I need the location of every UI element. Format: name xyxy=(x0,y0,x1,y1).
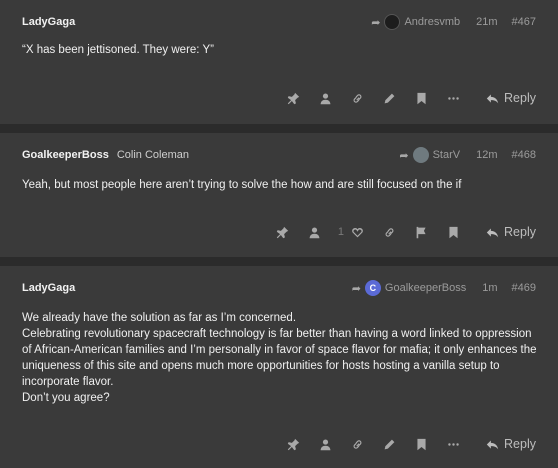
reply-to[interactable]: ➦ Andresvmb xyxy=(371,14,460,30)
post-time[interactable]: 1m xyxy=(482,282,497,294)
post-number[interactable]: #469 xyxy=(512,282,536,294)
post-body: “X has been jettisoned. They were: Y” xyxy=(22,42,538,58)
reply-button[interactable]: Reply xyxy=(486,225,536,239)
post-header: LadyGaga ➦ C GoalkeeperBoss 1m #469 xyxy=(22,280,536,296)
post-header: GoalkeeperBoss Colin Coleman ➦ StarV 12m… xyxy=(22,147,536,163)
username[interactable]: LadyGaga xyxy=(22,16,75,28)
pin-icon[interactable] xyxy=(284,89,302,107)
reply-icon xyxy=(486,93,499,103)
link-icon[interactable] xyxy=(380,223,398,241)
reply-arrow-icon: ➦ xyxy=(351,282,361,295)
post-number[interactable]: #467 xyxy=(512,16,536,28)
reply-arrow-icon: ➦ xyxy=(371,16,381,29)
post-actions: Reply xyxy=(270,88,536,108)
post-number[interactable]: #468 xyxy=(512,149,536,161)
post-paragraph: “X has been jettisoned. They were: Y” xyxy=(22,44,214,56)
post: LadyGaga ➦ Andresvmb 21m #467 “X has bee… xyxy=(0,0,558,124)
username[interactable]: GoalkeeperBoss xyxy=(22,149,109,161)
post-paragraph: We already have the solution as far as I… xyxy=(22,312,297,324)
avatar[interactable] xyxy=(384,14,401,30)
reply-button[interactable]: Reply xyxy=(486,91,536,105)
post-time[interactable]: 12m xyxy=(476,149,497,161)
post-paragraph: Don’t you agree? xyxy=(22,392,110,404)
post-time[interactable]: 21m xyxy=(476,16,497,28)
user-icon[interactable] xyxy=(306,223,324,241)
user-icon[interactable] xyxy=(316,435,334,453)
reply-label: Reply xyxy=(504,225,536,239)
reply-to[interactable]: ➦ StarV xyxy=(399,147,460,163)
avatar[interactable] xyxy=(412,147,429,163)
post-actions: Reply xyxy=(270,434,536,454)
edit-icon[interactable] xyxy=(380,89,398,107)
reply-to-username[interactable]: Andresvmb xyxy=(404,16,460,28)
pin-icon[interactable] xyxy=(274,223,292,241)
more-icon[interactable] xyxy=(444,89,462,107)
pin-icon[interactable] xyxy=(284,435,302,453)
user-icon[interactable] xyxy=(316,89,334,107)
bookmark-icon[interactable] xyxy=(412,89,430,107)
reply-label: Reply xyxy=(504,437,536,451)
post: GoalkeeperBoss Colin Coleman ➦ StarV 12m… xyxy=(0,133,558,257)
reply-arrow-icon: ➦ xyxy=(399,149,409,162)
full-name[interactable]: Colin Coleman xyxy=(117,149,189,161)
flag-icon[interactable] xyxy=(412,223,430,241)
username[interactable]: LadyGaga xyxy=(22,282,75,294)
more-icon[interactable] xyxy=(444,435,462,453)
link-icon[interactable] xyxy=(348,435,366,453)
reply-icon xyxy=(486,227,499,237)
reply-to-username[interactable]: GoalkeeperBoss xyxy=(385,282,466,294)
bookmark-icon[interactable] xyxy=(412,435,430,453)
post-body: We already have the solution as far as I… xyxy=(22,310,538,406)
post-body: Yeah, but most people here aren’t trying… xyxy=(22,177,538,193)
edit-icon[interactable] xyxy=(380,435,398,453)
reply-label: Reply xyxy=(504,91,536,105)
reply-button[interactable]: Reply xyxy=(486,437,536,451)
avatar[interactable]: C xyxy=(364,280,381,296)
post: LadyGaga ➦ C GoalkeeperBoss 1m #469 We a… xyxy=(0,266,558,468)
like-count[interactable]: 1 xyxy=(338,226,344,238)
heart-icon[interactable] xyxy=(348,223,366,241)
post-header: LadyGaga ➦ Andresvmb 21m #467 xyxy=(22,14,536,30)
post-paragraph: Yeah, but most people here aren’t trying… xyxy=(22,179,462,191)
reply-to[interactable]: ➦ C GoalkeeperBoss xyxy=(351,280,466,296)
bookmark-icon[interactable] xyxy=(444,223,462,241)
reply-icon xyxy=(486,439,499,449)
link-icon[interactable] xyxy=(348,89,366,107)
post-paragraph: Celebrating revolutionary spacecraft tec… xyxy=(22,328,537,388)
reply-to-username[interactable]: StarV xyxy=(433,149,461,161)
post-actions: 1 Reply xyxy=(260,222,536,242)
